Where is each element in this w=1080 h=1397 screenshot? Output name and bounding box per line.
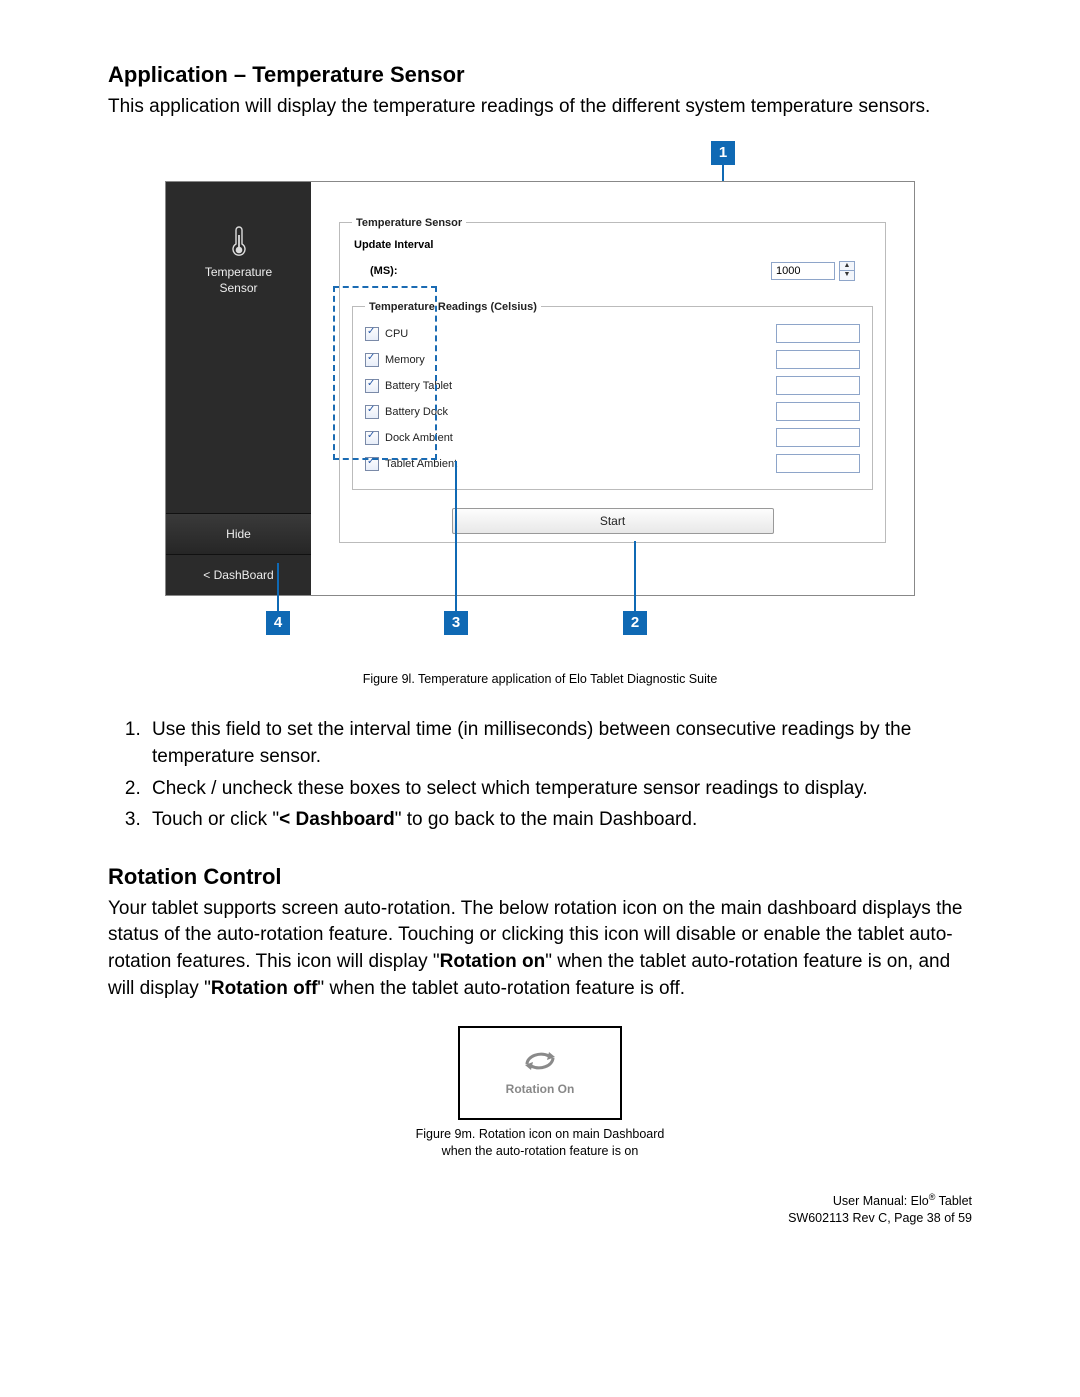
ts-legend: Temperature Sensor: [352, 217, 466, 229]
interval-spinner[interactable]: ▲ ▼: [839, 261, 855, 281]
callout-1: 1: [711, 141, 735, 165]
screenshot-sidebar: Temperature Sensor Hide < DashBoard: [166, 182, 311, 595]
start-button[interactable]: Start: [452, 508, 774, 534]
screenshot-container: 1 Temperature Sensor Hide < DashBoar: [165, 151, 915, 642]
instruction-list: Use this field to set the interval time …: [108, 716, 972, 834]
instruction-2: Check / uncheck these boxes to select wh…: [146, 775, 972, 803]
ms-label: (MS):: [370, 265, 398, 277]
page-footer: User Manual: Elo® Tablet SW602113 Rev C,…: [788, 1192, 972, 1226]
thermometer-icon: [229, 224, 249, 258]
sensor-label: Tablet Ambient: [385, 458, 457, 470]
heading-rotation: Rotation Control: [108, 864, 972, 890]
sensor-row: Memory: [365, 347, 860, 373]
sidebar-label-line1: Temperature: [205, 265, 272, 279]
sensor-checkbox[interactable]: [365, 457, 379, 471]
rot-p-e: " when the tablet auto-rotation feature …: [317, 978, 685, 999]
temperature-sensor-group: Temperature Sensor Update Interval (MS):…: [339, 217, 886, 543]
hide-button[interactable]: Hide: [166, 513, 311, 555]
screenshot-frame: Temperature Sensor Hide < DashBoard Temp…: [165, 181, 915, 596]
instruction-3: Touch or click "< Dashboard" to go back …: [146, 806, 972, 834]
figure-9l-caption: Figure 9l. Temperature application of El…: [108, 672, 972, 686]
callout-2-line: [634, 541, 636, 611]
rotation-status-label: Rotation On: [506, 1082, 575, 1096]
sensor-reading-field: [776, 454, 860, 473]
sidebar-label-line2: Sensor: [219, 281, 257, 295]
instruction-3-c: " to go back to the main Dashboard.: [395, 809, 697, 830]
spinner-down-icon[interactable]: ▼: [840, 270, 854, 280]
callout-2: 2: [623, 611, 647, 635]
footer-line1: User Manual: Elo® Tablet: [788, 1192, 972, 1209]
intro-temp-sensor: This application will display the temper…: [108, 94, 972, 121]
footer-l1b: Tablet: [935, 1194, 972, 1208]
instruction-3-a: Touch or click ": [152, 809, 279, 830]
instruction-3-b: < Dashboard: [279, 809, 395, 830]
sensor-label: Dock Ambient: [385, 432, 453, 444]
sensor-label: Battery Tablet: [385, 380, 452, 392]
callout-4: 4: [266, 611, 290, 635]
readings-legend: Temperature Readings (Celsius): [365, 301, 541, 313]
update-row: (MS): ▲ ▼: [352, 257, 873, 287]
footer-l1a: User Manual: Elo: [833, 1194, 929, 1208]
sensor-label: CPU: [385, 328, 408, 340]
sensor-checkbox[interactable]: [365, 327, 379, 341]
heading-temp-sensor: Application – Temperature Sensor: [108, 62, 972, 88]
instruction-1: Use this field to set the interval time …: [146, 716, 972, 771]
spinner-up-icon[interactable]: ▲: [840, 262, 854, 271]
dashboard-button[interactable]: < DashBoard: [166, 555, 311, 595]
update-interval-label: Update Interval: [354, 239, 873, 251]
intro-rotation: Your tablet supports screen auto-rotatio…: [108, 896, 972, 1002]
sensor-row: Battery Tablet: [365, 373, 860, 399]
figure-9m-caption: Figure 9m. Rotation icon on main Dashboa…: [108, 1126, 972, 1160]
sensor-label: Memory: [385, 354, 425, 366]
sensor-row: Dock Ambient: [365, 425, 860, 451]
sensor-checkbox[interactable]: [365, 405, 379, 419]
sensor-row: CPU: [365, 321, 860, 347]
fig9m-line1: Figure 9m. Rotation icon on main Dashboa…: [416, 1127, 665, 1141]
rotation-icon-box: Rotation On: [458, 1026, 622, 1120]
sensor-checkbox[interactable]: [365, 379, 379, 393]
sensor-reading-field: [776, 324, 860, 343]
sensor-reading-field: [776, 428, 860, 447]
sensor-reading-field: [776, 350, 860, 369]
sensor-checkbox[interactable]: [365, 431, 379, 445]
rot-p-b: Rotation on: [440, 951, 546, 972]
screenshot-main: Temperature Sensor Update Interval (MS):…: [311, 182, 914, 595]
sensor-reading-field: [776, 402, 860, 421]
interval-input[interactable]: [771, 262, 835, 280]
sensor-row: Battery Dock: [365, 399, 860, 425]
sensor-row: Tablet Ambient: [365, 451, 860, 477]
callout-3: 3: [444, 611, 468, 635]
readings-group: Temperature Readings (Celsius) CPU Memor…: [352, 301, 873, 490]
callout-3-line: [455, 461, 457, 611]
fig9m-line2: when the auto-rotation feature is on: [442, 1144, 639, 1158]
footer-line2: SW602113 Rev C, Page 38 of 59: [788, 1210, 972, 1226]
callout-4-line: [277, 563, 279, 611]
sensor-reading-field: [776, 376, 860, 395]
sensor-label: Battery Dock: [385, 406, 448, 418]
rot-p-d: Rotation off: [211, 978, 318, 999]
sensor-checkbox[interactable]: [365, 353, 379, 367]
rotation-arrows-icon: [523, 1050, 557, 1076]
sidebar-label: Temperature Sensor: [205, 264, 272, 296]
